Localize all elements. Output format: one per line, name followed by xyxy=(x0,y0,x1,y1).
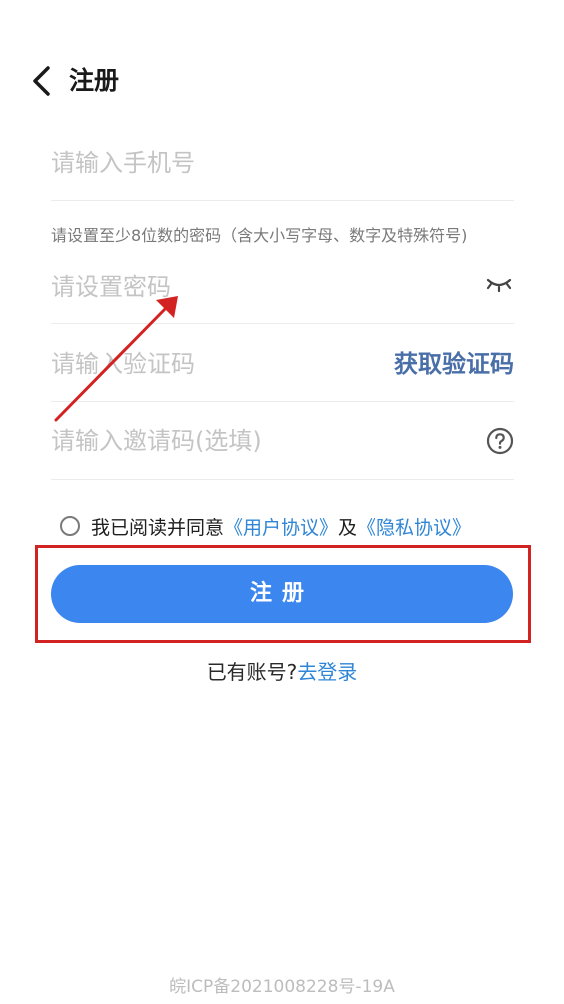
password-visibility-toggle[interactable] xyxy=(486,272,512,296)
login-link[interactable]: 去登录 xyxy=(297,660,357,684)
register-button[interactable]: 注册 xyxy=(51,565,513,623)
password-hint: 请设置至少8位数的密码（含大小写字母、数字及特殊符号) xyxy=(51,226,468,245)
password-field xyxy=(51,250,514,324)
login-prompt: 已有账号?去登录 xyxy=(0,656,564,685)
user-agreement-link[interactable]: 《用户协议》 xyxy=(224,513,338,540)
question-circle-icon xyxy=(486,427,514,455)
login-prompt-text: 已有账号? xyxy=(206,660,298,684)
agreement-joiner: 及 xyxy=(338,516,358,539)
phone-input[interactable] xyxy=(51,126,431,200)
phone-field xyxy=(51,126,514,201)
agreement-prefix: 我已阅读并同意 xyxy=(91,516,225,539)
agreement-checkbox[interactable] xyxy=(60,516,80,536)
get-code-button[interactable]: 获取验证码 xyxy=(394,347,514,381)
privacy-policy-link[interactable]: 《隐私协议》 xyxy=(357,513,471,540)
invite-help-button[interactable] xyxy=(486,427,514,455)
agreement-row: 我已阅读并同意 《用户协议》 及 《隐私协议》 xyxy=(60,511,471,541)
icp-footer: 皖ICP备2021008228号-19A xyxy=(169,977,395,997)
page-title: 注册 xyxy=(69,66,120,95)
back-button[interactable] xyxy=(28,64,58,98)
eye-closed-icon xyxy=(486,278,512,293)
invite-code-field xyxy=(51,403,514,480)
verify-code-input[interactable] xyxy=(51,327,431,401)
password-input[interactable] xyxy=(51,250,431,323)
verify-code-field: 获取验证码 xyxy=(51,327,514,402)
invite-code-input[interactable] xyxy=(51,403,431,479)
chevron-left-icon xyxy=(33,66,50,96)
header: 注册 xyxy=(0,50,564,110)
